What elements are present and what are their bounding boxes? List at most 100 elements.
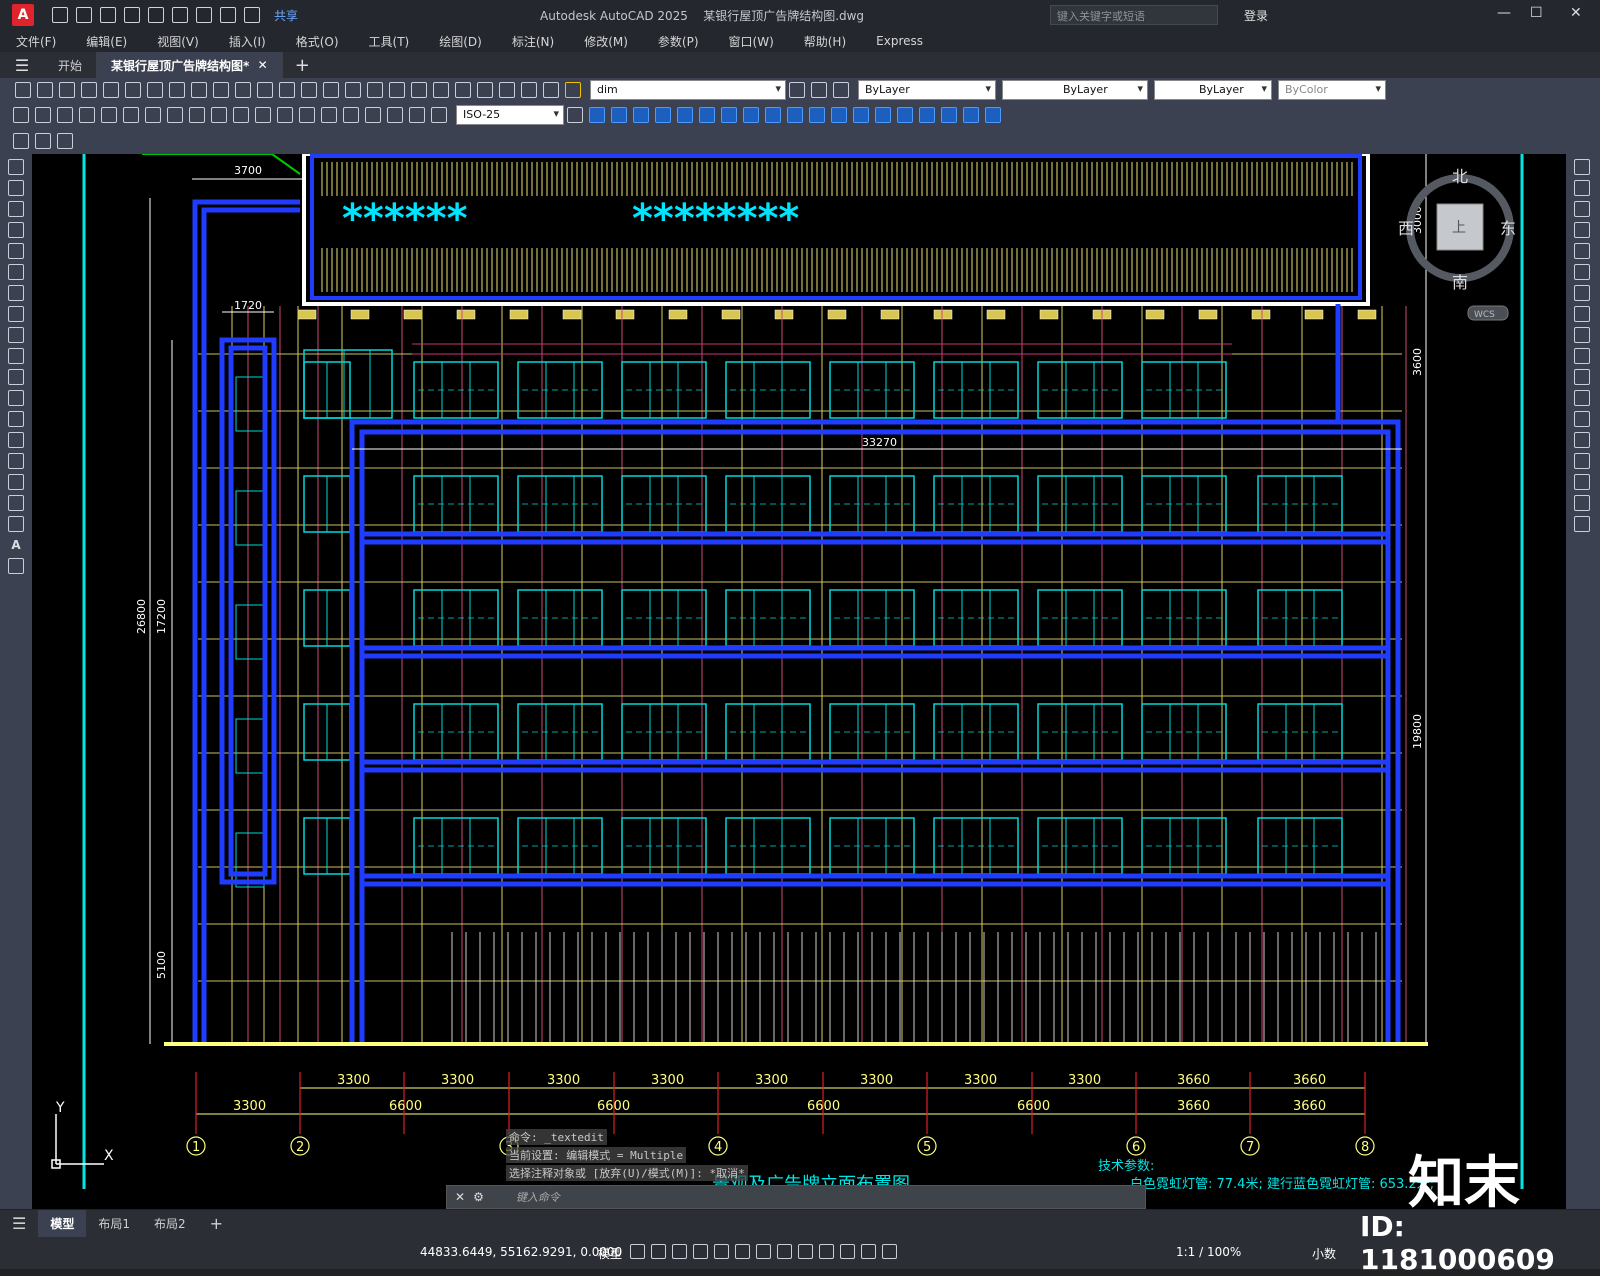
text-edit-icon[interactable] bbox=[13, 133, 29, 149]
inspection-icon[interactable] bbox=[343, 107, 359, 123]
angular-dim-icon[interactable] bbox=[167, 107, 183, 123]
plotstyle-dropdown[interactable]: ByColor bbox=[1278, 80, 1386, 100]
osnap-track-icon[interactable] bbox=[735, 1244, 750, 1259]
block-editor-icon[interactable] bbox=[235, 82, 251, 98]
tab-layout1[interactable]: 布局1 bbox=[86, 1210, 142, 1237]
baseline-dim-icon[interactable] bbox=[211, 107, 227, 123]
match-properties-icon[interactable] bbox=[213, 82, 229, 98]
quick-dim-icon[interactable] bbox=[189, 107, 205, 123]
bulb-icon[interactable] bbox=[565, 82, 581, 98]
spline-icon[interactable] bbox=[8, 327, 24, 343]
add-layout-button[interactable]: + bbox=[198, 1210, 235, 1237]
transparency-icon[interactable] bbox=[798, 1244, 813, 1259]
auto-scale-icon[interactable] bbox=[882, 1244, 897, 1259]
polar-icon[interactable] bbox=[693, 1244, 708, 1259]
properties-icon[interactable] bbox=[389, 82, 405, 98]
continue-dim-icon[interactable] bbox=[233, 107, 249, 123]
mirror-icon[interactable] bbox=[1574, 201, 1590, 217]
menu-modify[interactable]: 修改(M) bbox=[584, 33, 628, 50]
view-3d-icon-5[interactable] bbox=[677, 107, 693, 123]
layer-match-icon[interactable] bbox=[811, 82, 827, 98]
move-icon[interactable] bbox=[1574, 264, 1590, 280]
view-3d-icon-7[interactable] bbox=[721, 107, 737, 123]
menu-help[interactable]: 帮助(H) bbox=[804, 33, 846, 50]
lineweight-dropdown[interactable]: ByLayer bbox=[1154, 80, 1272, 100]
maximize-icon[interactable]: ☐ bbox=[1530, 5, 1543, 21]
menu-parametric[interactable]: 参数(P) bbox=[658, 33, 699, 50]
view-3d-icon-3[interactable] bbox=[633, 107, 649, 123]
plot-icon[interactable] bbox=[196, 7, 212, 23]
break-icon[interactable] bbox=[1574, 411, 1590, 427]
ucs-icon-5[interactable] bbox=[897, 107, 913, 123]
construction-line-icon[interactable] bbox=[8, 180, 24, 196]
jogged-dim-icon[interactable] bbox=[123, 107, 139, 123]
field-icon[interactable] bbox=[57, 133, 73, 149]
ucs-icon-4[interactable] bbox=[875, 107, 891, 123]
close-icon[interactable]: ✕ bbox=[1570, 5, 1582, 21]
gradient-icon[interactable] bbox=[8, 474, 24, 490]
cut-icon[interactable] bbox=[147, 82, 163, 98]
point-icon[interactable] bbox=[8, 432, 24, 448]
new-icon[interactable] bbox=[15, 82, 31, 98]
view-3d-icon-9[interactable] bbox=[765, 107, 781, 123]
menu-express[interactable]: Express bbox=[876, 34, 923, 48]
table-icon[interactable] bbox=[8, 516, 24, 532]
sheet-set-icon[interactable] bbox=[455, 82, 471, 98]
login-button[interactable]: 登录 bbox=[1244, 7, 1268, 24]
lineweight-icon[interactable] bbox=[777, 1244, 792, 1259]
mtext-icon[interactable]: A bbox=[8, 537, 24, 553]
hatch-icon[interactable] bbox=[8, 453, 24, 469]
trim-icon[interactable] bbox=[1574, 348, 1590, 364]
copy-icon[interactable] bbox=[169, 82, 185, 98]
ortho-icon[interactable] bbox=[672, 1244, 687, 1259]
command-input[interactable]: 键入命令 bbox=[516, 1189, 560, 1205]
view-3d-icon-4[interactable] bbox=[655, 107, 671, 123]
ellipse-icon[interactable] bbox=[8, 348, 24, 364]
view-3d-icon-2[interactable] bbox=[611, 107, 627, 123]
circle-icon[interactable] bbox=[8, 285, 24, 301]
view-3d-icon-10[interactable] bbox=[787, 107, 803, 123]
units-dropdown[interactable]: 小数 bbox=[1312, 1245, 1336, 1262]
dim-space-icon[interactable] bbox=[255, 107, 271, 123]
menu-icon[interactable]: ☰ bbox=[0, 56, 44, 75]
publish-icon[interactable] bbox=[148, 7, 164, 23]
paste-icon[interactable] bbox=[191, 82, 207, 98]
tab-drawing[interactable]: 某银行屋顶广告牌结构图* ✕ bbox=[97, 52, 283, 78]
undo-icon[interactable] bbox=[220, 7, 236, 23]
share-button[interactable]: 共享 bbox=[274, 7, 298, 24]
join-icon[interactable] bbox=[1574, 432, 1590, 448]
minimize-icon[interactable]: — bbox=[1497, 5, 1511, 21]
dim-edit-icon[interactable] bbox=[387, 107, 403, 123]
tab-model[interactable]: 模型 bbox=[38, 1210, 87, 1237]
arc-length-icon[interactable] bbox=[57, 107, 73, 123]
snap-icon[interactable] bbox=[651, 1244, 666, 1259]
open-icon[interactable] bbox=[76, 7, 92, 23]
diameter-dim-icon[interactable] bbox=[145, 107, 161, 123]
autocad-logo-icon[interactable]: A bbox=[12, 4, 34, 26]
drawing-canvas[interactable]: ****** ******** 3700 1720 33270 26800 17… bbox=[32, 154, 1566, 1209]
make-block-icon[interactable] bbox=[8, 411, 24, 427]
model-space-button[interactable]: 模型 bbox=[598, 1245, 622, 1262]
layer-previous-icon[interactable] bbox=[833, 82, 849, 98]
tab-start[interactable]: 开始 bbox=[44, 52, 98, 78]
line-icon[interactable] bbox=[8, 159, 24, 175]
markup-icon[interactable] bbox=[477, 82, 493, 98]
stretch-icon[interactable] bbox=[1574, 327, 1590, 343]
menu-draw[interactable]: 绘图(D) bbox=[439, 33, 482, 50]
open-icon[interactable] bbox=[37, 82, 53, 98]
menu-insert[interactable]: 插入(I) bbox=[229, 33, 266, 50]
annotation-visibility-icon[interactable] bbox=[861, 1244, 876, 1259]
linear-dim-icon[interactable] bbox=[13, 107, 29, 123]
redo-icon[interactable] bbox=[244, 7, 260, 23]
dim-update-icon[interactable] bbox=[431, 107, 447, 123]
pan-icon[interactable] bbox=[301, 82, 317, 98]
arc-icon[interactable] bbox=[8, 264, 24, 280]
radius-dim-icon[interactable] bbox=[101, 107, 117, 123]
isodraft-icon[interactable] bbox=[714, 1244, 729, 1259]
jogged-linear-icon[interactable] bbox=[365, 107, 381, 123]
zoom-window-icon[interactable] bbox=[345, 82, 361, 98]
break-point-icon[interactable] bbox=[1574, 390, 1590, 406]
ucs-icon-8[interactable] bbox=[963, 107, 979, 123]
region-icon[interactable] bbox=[8, 495, 24, 511]
customize-icon[interactable]: ⚙ bbox=[473, 1190, 484, 1204]
